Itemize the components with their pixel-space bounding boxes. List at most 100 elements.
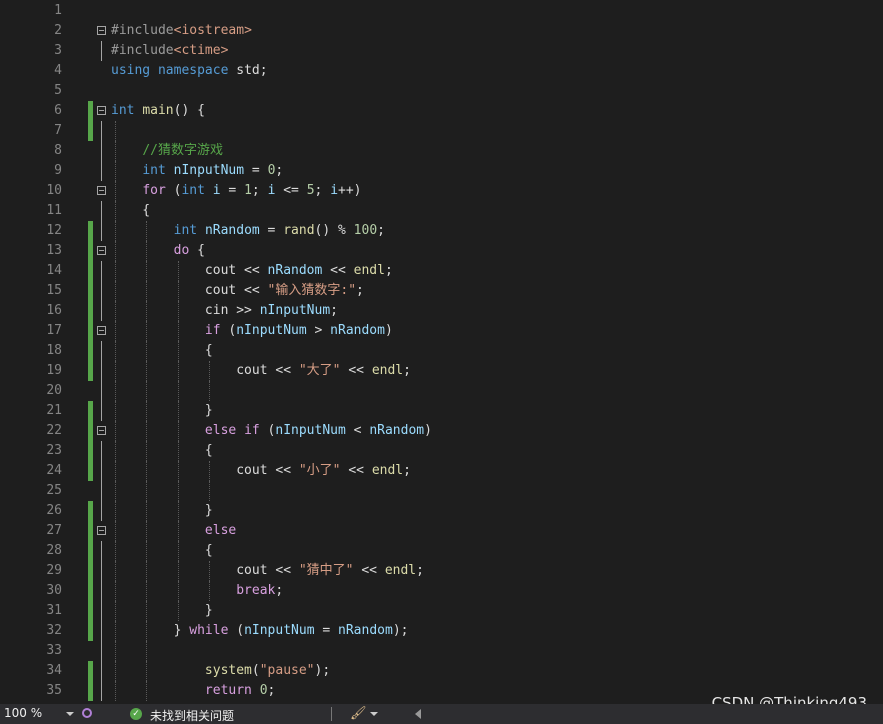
code-line[interactable]: 30 break;	[0, 581, 883, 601]
code-text[interactable]: return 0;	[111, 681, 275, 701]
code-text[interactable]: int nInputNum = 0;	[111, 161, 283, 181]
code-line[interactable]: 14 cout << nRandom << endl;	[0, 261, 883, 281]
code-token: 1	[244, 183, 252, 198]
code-line[interactable]: 24 cout << "小了" << endl;	[0, 461, 883, 481]
outline-line	[101, 581, 102, 601]
code-editor[interactable]: 1 2 #include<iostream> 3 #include<ctime> 4 usi…	[0, 0, 883, 704]
code-text[interactable]: cout << "小了" << endl;	[111, 461, 411, 481]
code-text[interactable]: else	[111, 521, 236, 541]
code-line[interactable]: 8 //猜数字游戏	[0, 141, 883, 161]
code-line[interactable]: 12 int nRandom = rand() % 100;	[0, 221, 883, 241]
code-text[interactable]: for (int i = 1; i <= 5; i++)	[111, 181, 361, 201]
code-line[interactable]: 2 #include<iostream>	[0, 21, 883, 41]
code-line[interactable]: 16 cin >> nInputNum;	[0, 301, 883, 321]
collapse-icon[interactable]	[97, 326, 106, 335]
code-line[interactable]: 11 {	[0, 201, 883, 221]
code-text[interactable]: using namespace std;	[111, 61, 268, 81]
code-text[interactable]: cin >> nInputNum;	[111, 301, 338, 321]
arrow-left-icon[interactable]	[415, 709, 421, 719]
code-text[interactable]: {	[111, 201, 150, 221]
code-token: ;	[330, 303, 338, 318]
code-text[interactable]: #include<iostream>	[111, 21, 252, 41]
code-line[interactable]: 34 system("pause");	[0, 661, 883, 681]
code-line[interactable]: 10 for (int i = 1; i <= 5; i++)	[0, 181, 883, 201]
code-line[interactable]: 17 if (nInputNum > nRandom)	[0, 321, 883, 341]
collapse-icon[interactable]	[97, 106, 106, 115]
code-line[interactable]: 20	[0, 381, 883, 401]
code-line[interactable]: 28 {	[0, 541, 883, 561]
code-text[interactable]: int main() {	[111, 101, 205, 121]
code-token: () %	[314, 223, 354, 238]
code-token: int	[173, 223, 198, 238]
brush-icon[interactable]: 🖌	[350, 707, 367, 721]
change-marker	[88, 521, 93, 541]
code-line[interactable]: 27 else	[0, 521, 883, 541]
line-number: 6	[54, 103, 62, 118]
code-text[interactable]: }	[111, 501, 213, 521]
code-text[interactable]: do {	[111, 241, 205, 261]
code-line[interactable]: 31 }	[0, 601, 883, 621]
code-line[interactable]: 21 }	[0, 401, 883, 421]
code-line[interactable]: 5	[0, 81, 883, 101]
code-text[interactable]: } while (nInputNum = nRandom);	[111, 621, 409, 641]
code-line[interactable]: 7	[0, 121, 883, 141]
code-line[interactable]: 6 int main() {	[0, 101, 883, 121]
code-text[interactable]: cout << "猜中了" << endl;	[111, 561, 424, 581]
code-text[interactable]: if (nInputNum > nRandom)	[111, 321, 393, 341]
code-line[interactable]: 32 } while (nInputNum = nRandom);	[0, 621, 883, 641]
code-token: ;	[251, 183, 268, 198]
line-number: 9	[54, 163, 62, 178]
code-text[interactable]: cout << "大了" << endl;	[111, 361, 411, 381]
code-text[interactable]: {	[111, 541, 213, 561]
collapse-icon[interactable]	[97, 26, 106, 35]
brush-dropdown-icon[interactable]	[370, 712, 378, 716]
code-line[interactable]: 22 else if (nInputNum < nRandom)	[0, 421, 883, 441]
issues-status[interactable]: 未找到相关问题	[150, 707, 234, 724]
code-text[interactable]: break;	[111, 581, 283, 601]
code-line[interactable]: 9 int nInputNum = 0;	[0, 161, 883, 181]
code-line[interactable]: 3 #include<ctime>	[0, 41, 883, 61]
code-token: ;	[314, 183, 331, 198]
check-circle-icon[interactable]: ✓	[130, 708, 142, 720]
code-line[interactable]: 19 cout << "大了" << endl;	[0, 361, 883, 381]
outline-line	[101, 141, 102, 161]
code-text[interactable]: cout << nRandom << endl;	[111, 261, 393, 281]
code-line[interactable]: 33	[0, 641, 883, 661]
code-line[interactable]: 18 {	[0, 341, 883, 361]
code-line[interactable]: 13 do {	[0, 241, 883, 261]
code-token: )	[384, 323, 393, 338]
lens-icon[interactable]	[82, 708, 92, 718]
code-text[interactable]: cout << "输入猜数字:";	[111, 281, 364, 301]
code-line[interactable]: 4 using namespace std;	[0, 61, 883, 81]
collapse-icon[interactable]	[97, 526, 106, 535]
indent-guide	[115, 121, 116, 141]
code-text[interactable]: #include<ctime>	[111, 41, 228, 61]
outline-line	[101, 361, 102, 381]
code-line[interactable]: 26 }	[0, 501, 883, 521]
zoom-level[interactable]: 100 %	[4, 706, 42, 720]
code-line[interactable]: 25	[0, 481, 883, 501]
code-line[interactable]: 15 cout << "输入猜数字:";	[0, 281, 883, 301]
line-number: 23	[46, 443, 62, 458]
code-text[interactable]: system("pause");	[111, 661, 330, 681]
code-text[interactable]: int nRandom = rand() % 100;	[111, 221, 385, 241]
collapse-icon[interactable]	[97, 186, 106, 195]
code-text[interactable]: }	[111, 601, 213, 621]
code-text[interactable]: else if (nInputNum < nRandom)	[111, 421, 432, 441]
code-line[interactable]: 29 cout << "猜中了" << endl;	[0, 561, 883, 581]
code-text[interactable]: }	[111, 401, 213, 421]
code-line[interactable]: 23 {	[0, 441, 883, 461]
line-number: 26	[46, 503, 62, 518]
code-text[interactable]: //猜数字游戏	[111, 141, 223, 161]
collapse-icon[interactable]	[97, 246, 106, 255]
code-text[interactable]: {	[111, 341, 213, 361]
collapse-icon[interactable]	[97, 426, 106, 435]
code-text[interactable]: {	[111, 441, 213, 461]
line-number: 17	[46, 323, 62, 338]
chevron-down-icon[interactable]	[66, 712, 74, 716]
code-token: std;	[228, 63, 268, 78]
code-line[interactable]: 1	[0, 1, 883, 21]
